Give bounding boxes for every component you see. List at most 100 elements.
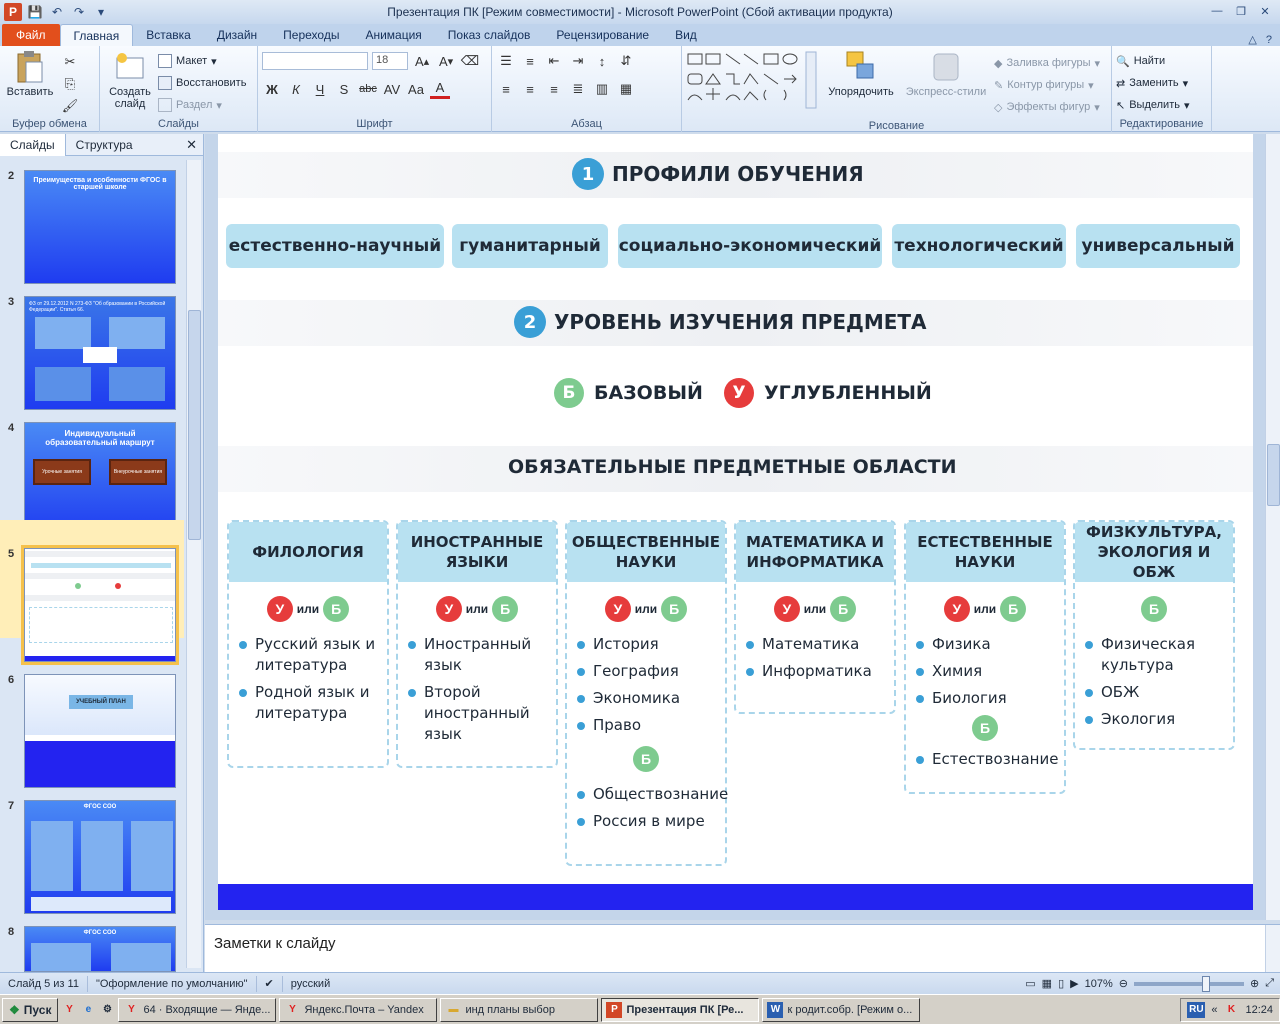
save-icon[interactable]: 💾	[26, 3, 44, 21]
slide-thumbnail[interactable]: ФГОС СОО	[24, 926, 176, 972]
copy-icon[interactable]: ⎘	[60, 74, 80, 94]
font-color-icon[interactable]: A	[430, 79, 450, 99]
bold-button[interactable]: Ж	[262, 79, 282, 99]
redo-icon[interactable]: ↷	[70, 3, 88, 21]
notes-scrollbar[interactable]	[1265, 925, 1280, 973]
shrink-font-icon[interactable]: A ▾	[436, 51, 456, 71]
section-button[interactable]: Раздел ▾	[158, 94, 246, 116]
zoom-knob[interactable]	[1201, 975, 1210, 992]
tab-design[interactable]: Дизайн	[204, 24, 270, 46]
paste-button[interactable]: Вставить	[4, 50, 56, 116]
theme-name[interactable]: "Оформление по умолчанию"	[88, 975, 257, 992]
justify-icon[interactable]: ≣	[568, 79, 588, 99]
numbering-icon[interactable]: ≡	[520, 51, 540, 71]
tab-home[interactable]: Главная	[59, 24, 134, 46]
layout-button[interactable]: Макет ▾	[158, 50, 246, 72]
slide-panel-scrollbar[interactable]	[186, 160, 201, 968]
notes-placeholder[interactable]: Заметки к слайду	[214, 935, 336, 952]
replace-button[interactable]: ⇄ Заменить ▾	[1116, 72, 1207, 94]
align-left-icon[interactable]: ≡	[496, 79, 516, 99]
increase-indent-icon[interactable]: ⇥	[568, 51, 588, 71]
shape-effects-button[interactable]: ◇ Эффекты фигур ▾	[994, 96, 1100, 118]
bullets-icon[interactable]: ☰	[496, 51, 516, 71]
minimize-button[interactable]: —	[1206, 3, 1228, 19]
undo-icon[interactable]: ↶	[48, 3, 66, 21]
slide-thumbnail[interactable]: ФЗ от 29.12.2012 N 273-ФЗ "Об образовани…	[24, 296, 176, 410]
line-spacing-icon[interactable]: ↕	[592, 51, 612, 71]
thumbnail-row[interactable]: 2 Преимущества и особенности ФГОС в стар…	[0, 142, 184, 284]
zoom-slider[interactable]	[1133, 975, 1244, 992]
thumbnail-row-selected[interactable]: 5	[0, 520, 184, 665]
thumbnail-row[interactable]: 3 ФЗ от 29.12.2012 N 273-ФЗ "Об образова…	[0, 268, 184, 410]
find-button[interactable]: 🔍 Найти	[1116, 50, 1207, 72]
settings-icon[interactable]: ⚙	[99, 1002, 115, 1018]
align-right-icon[interactable]: ≡	[544, 79, 564, 99]
scroll-thumb[interactable]	[188, 310, 201, 540]
close-panel-icon[interactable]: ✕	[186, 137, 197, 153]
clear-format-icon[interactable]: ⌫	[460, 51, 480, 71]
taskbar-item[interactable]: Wк родит.собр. [Режим о...	[762, 997, 921, 1022]
thumbnail-row[interactable]: 4 Индивидуальный образовательный маршрут…	[0, 394, 184, 536]
zoom-level[interactable]: 107%	[1085, 978, 1113, 990]
smartart-icon[interactable]: ▦	[616, 79, 636, 99]
language-indicator[interactable]: русский	[283, 976, 338, 992]
strikethrough-button[interactable]: abc	[358, 79, 378, 99]
slide-thumbnail[interactable]	[21, 545, 179, 665]
slide-thumbnail[interactable]: ФГОС СОО	[24, 800, 176, 914]
yandex-icon[interactable]: Y	[61, 1002, 77, 1018]
quick-styles-button[interactable]: Экспресс-стили	[904, 50, 988, 118]
help-icon[interactable]: ?	[1266, 34, 1272, 46]
align-center-icon[interactable]: ≡	[520, 79, 540, 99]
reset-button[interactable]: Восстановить	[158, 72, 246, 94]
shape-fill-button[interactable]: ◆ Заливка фигуры ▾	[994, 52, 1100, 74]
new-slide-button[interactable]: Создать слайд	[104, 50, 156, 116]
text-direction-icon[interactable]: ⇵	[616, 51, 636, 71]
cut-icon[interactable]: ✂	[60, 52, 80, 72]
close-button[interactable]: ✕	[1254, 3, 1276, 19]
shapes-gallery[interactable]	[686, 50, 818, 112]
normal-view-icon[interactable]: ▭	[1025, 977, 1035, 990]
decrease-indent-icon[interactable]: ⇤	[544, 51, 564, 71]
powerpoint-logo-icon[interactable]: P	[4, 3, 22, 21]
zoom-in-icon[interactable]: ⊕	[1250, 977, 1259, 990]
slideshow-icon[interactable]: ▶	[1070, 977, 1078, 990]
start-button[interactable]: ❖ Пуск	[2, 997, 59, 1022]
taskbar-item[interactable]: Y Яндекс.Почта – Yandex	[279, 997, 438, 1022]
reading-view-icon[interactable]: ▯	[1058, 977, 1064, 990]
thumbnail-row[interactable]: 6 УЧЕБНЫЙ ПЛАН	[0, 646, 184, 788]
tab-transitions[interactable]: Переходы	[270, 24, 352, 46]
thumbnail-row[interactable]: 7 ФГОС СОО	[0, 772, 184, 914]
char-spacing-icon[interactable]: AV	[382, 79, 402, 99]
shape-outline-button[interactable]: ✎ Контур фигуры ▾	[994, 74, 1100, 96]
slide-thumbnail[interactable]: Преимущества и особенности ФГОС в старше…	[24, 170, 176, 284]
font-size-input[interactable]: 18	[372, 52, 408, 70]
italic-button[interactable]: К	[286, 79, 306, 99]
ribbon-minimize-icon[interactable]: △	[1248, 34, 1256, 46]
arrange-button[interactable]: Упорядочить	[824, 50, 898, 118]
antivirus-icon[interactable]: K	[1223, 1002, 1239, 1018]
slide-scrollbar[interactable]	[1265, 134, 1280, 920]
notes-pane[interactable]: Заметки к слайду	[205, 924, 1280, 973]
spellcheck-icon[interactable]: ✔	[257, 975, 283, 992]
underline-button[interactable]: Ч	[310, 79, 330, 99]
columns-icon[interactable]: ▥	[592, 79, 612, 99]
language-icon[interactable]: RU	[1187, 1001, 1206, 1018]
maximize-button[interactable]: ❐	[1230, 3, 1252, 19]
fit-slide-icon[interactable]: ⤢	[1265, 977, 1274, 990]
tab-animation[interactable]: Анимация	[352, 24, 434, 46]
shadow-button[interactable]: S	[334, 79, 354, 99]
slide-canvas[interactable]: 1 ПРОФИЛИ ОБУЧЕНИЯ естественно-научный г…	[218, 134, 1253, 910]
font-name-input[interactable]	[262, 52, 368, 70]
expand-tray-icon[interactable]: «	[1211, 1004, 1217, 1016]
tab-view[interactable]: Вид	[662, 24, 710, 46]
format-painter-icon[interactable]: 🖌	[60, 96, 80, 116]
tab-slideshow[interactable]: Показ слайдов	[435, 24, 544, 46]
change-case-icon[interactable]: Aa	[406, 79, 426, 99]
tab-review[interactable]: Рецензирование	[543, 24, 662, 46]
zoom-out-icon[interactable]: ⊖	[1119, 977, 1128, 990]
customize-qat-icon[interactable]: ▾	[92, 3, 110, 21]
select-button[interactable]: ↖ Выделить ▾	[1116, 94, 1207, 116]
grow-font-icon[interactable]: A ▴	[412, 51, 432, 71]
slide-thumbnail[interactable]: УЧЕБНЫЙ ПЛАН	[24, 674, 176, 788]
taskbar-item[interactable]: ▬ инд планы выбор	[440, 997, 599, 1022]
